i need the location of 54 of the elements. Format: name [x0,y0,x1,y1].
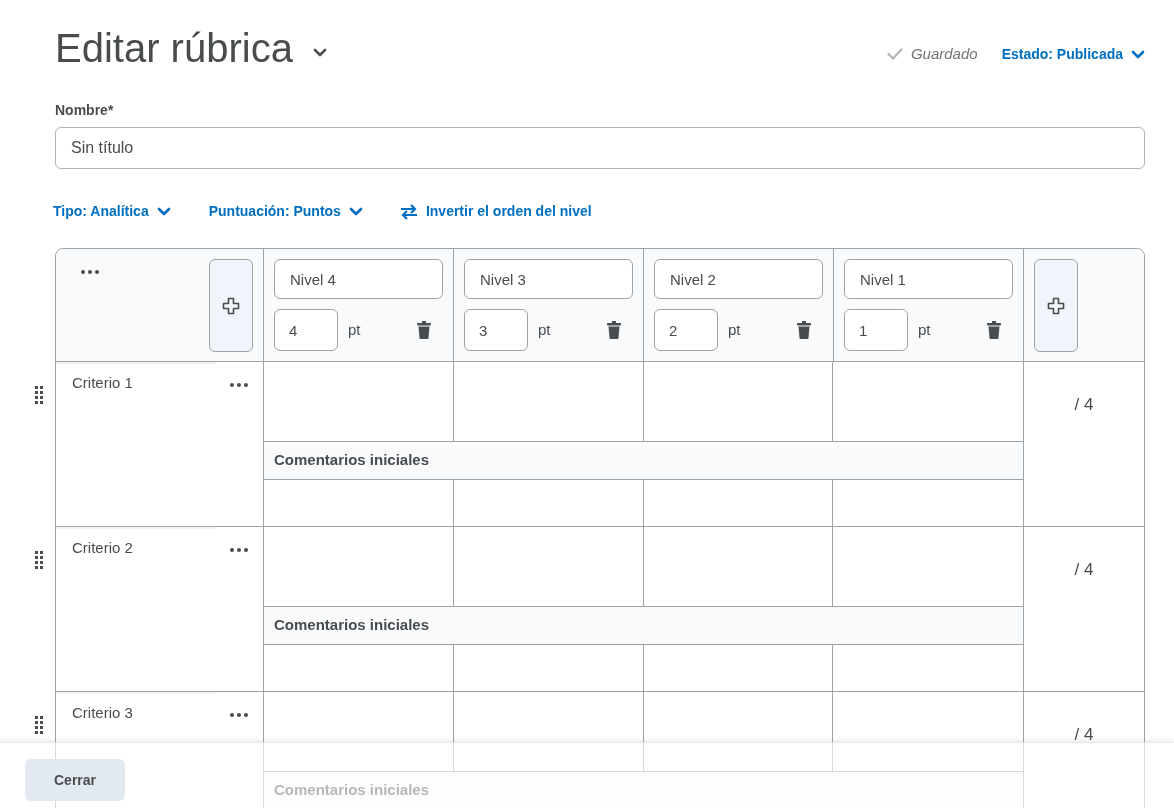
criterion-name: Criterio 2 [72,538,133,558]
comments-label: Comentarios iniciales [274,615,430,636]
trash-icon [797,321,811,339]
level-name-field[interactable]: Nivel 2 [654,259,823,299]
chevron-down-icon [348,207,363,216]
name-label: Nombre* [55,101,115,120]
comments-label: Comentarios iniciales [274,450,430,471]
criterion-total: / 4 [1074,394,1094,416]
points-unit: pt [348,319,361,340]
drag-handle-icon[interactable] [35,716,43,734]
criterion-total: / 4 [1074,559,1094,581]
chevron-down-icon [312,47,327,57]
title-menu-button[interactable] [312,47,327,57]
name-field[interactable]: Sin título [55,127,1145,169]
checkmark-icon [886,48,903,60]
saved-status: Guardado [910,43,978,64]
drag-handle-icon[interactable] [35,386,43,404]
more-icon [229,712,249,718]
points-field[interactable]: 2 [654,309,718,351]
scoring-menu[interactable]: Puntuación: Puntos [208,201,363,222]
criterion-total: / 4 [1074,724,1094,746]
points-unit: pt [918,319,931,340]
points-unit: pt [538,319,551,340]
level-name-field[interactable]: Nivel 4 [274,259,443,299]
level-name-field[interactable]: Nivel 1 [844,259,1013,299]
chevron-down-icon [1131,49,1145,59]
chevron-down-icon [156,207,171,216]
close-button[interactable]: Cerrar [25,759,125,801]
points-unit: pt [728,319,741,340]
points-field[interactable]: 1 [844,309,908,351]
more-icon [80,269,100,275]
reverse-order-link[interactable]: Invertir el orden del nivel [399,201,592,222]
drag-handle-icon[interactable] [35,551,43,569]
swap-arrows-icon [399,203,418,220]
delete-button[interactable] [607,321,621,339]
points-field[interactable]: 3 [464,309,528,351]
criterion-name: Criterio 3 [72,703,133,723]
more-icon [229,382,249,388]
criterion-name: Criterio 1 [72,373,133,393]
points-field[interactable]: 4 [274,309,338,351]
page-title: Editar rúbrica [55,25,293,72]
delete-button[interactable] [987,321,1001,339]
trash-icon [417,321,431,339]
level-name-field[interactable]: Nivel 3 [464,259,633,299]
type-menu[interactable]: Tipo: Analítica [53,201,171,222]
trash-icon [987,321,1001,339]
status-menu[interactable]: Estado: Publicada [1001,43,1145,65]
trash-icon [607,321,621,339]
comments-label: Comentarios iniciales [274,780,430,801]
delete-button[interactable] [797,321,811,339]
plus-icon [221,295,241,316]
delete-button[interactable] [417,321,431,339]
plus-icon [1046,295,1066,316]
more-icon [229,547,249,553]
